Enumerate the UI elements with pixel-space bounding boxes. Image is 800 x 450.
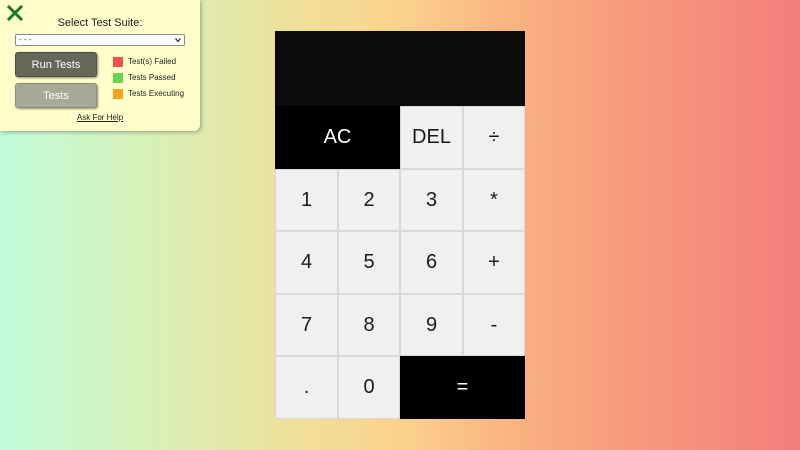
delete-button[interactable]: DEL: [400, 106, 463, 169]
legend-label-failed: Test(s) Failed: [128, 57, 177, 66]
digit-4-button[interactable]: 4: [275, 231, 338, 294]
subtract-button[interactable]: -: [463, 294, 525, 356]
legend-label-executing: Tests Executing: [128, 89, 185, 98]
executing-swatch: [113, 89, 123, 99]
passed-swatch: [113, 73, 123, 83]
digit-5-button[interactable]: 5: [338, 231, 400, 294]
chevron-down-icon: [175, 38, 181, 43]
digit-1-button[interactable]: 1: [275, 169, 338, 231]
equals-button[interactable]: =: [400, 356, 525, 419]
calculator-display: [275, 31, 525, 106]
calculator: AC DEL ÷ 1 2 3 * 4 5 6 + 7 8 9 - . 0 =: [275, 31, 525, 419]
digit-6-button[interactable]: 6: [400, 231, 463, 294]
test-suite-panel: Select Test Suite: - - - Run Tests Tests…: [0, 0, 200, 131]
digit-7-button[interactable]: 7: [275, 294, 338, 356]
clear-button[interactable]: AC: [275, 106, 400, 169]
failed-swatch: [113, 57, 123, 67]
run-tests-button[interactable]: Run Tests: [15, 52, 97, 77]
test-suite-select[interactable]: - - -: [15, 34, 185, 46]
tests-button[interactable]: Tests: [15, 83, 97, 108]
digit-9-button[interactable]: 9: [400, 294, 463, 356]
panel-title: Select Test Suite:: [57, 17, 143, 29]
digit-0-button[interactable]: 0: [338, 356, 400, 419]
divide-button[interactable]: ÷: [463, 106, 525, 169]
add-button[interactable]: +: [463, 231, 525, 294]
ask-for-help-link[interactable]: Ask For Help: [0, 113, 200, 122]
digit-3-button[interactable]: 3: [400, 169, 463, 231]
multiply-button[interactable]: *: [463, 169, 525, 231]
digit-2-button[interactable]: 2: [338, 169, 400, 231]
decimal-button[interactable]: .: [275, 356, 338, 419]
legend-label-passed: Tests Passed: [128, 73, 176, 82]
test-suite-selected-value: - - -: [19, 35, 32, 44]
digit-8-button[interactable]: 8: [338, 294, 400, 356]
